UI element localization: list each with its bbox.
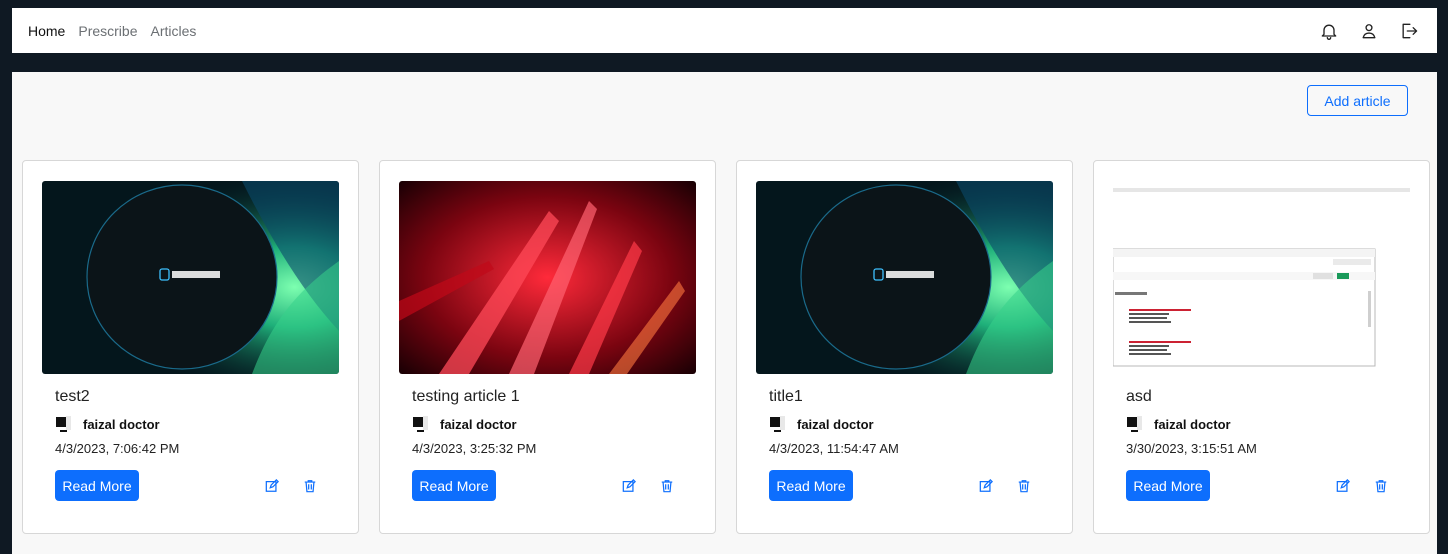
read-more-button[interactable]: Read More: [769, 470, 853, 501]
read-more-button[interactable]: Read More: [1126, 470, 1210, 501]
author-row: faizal doctor: [55, 415, 160, 433]
article-image: [1113, 181, 1410, 374]
author-row: faizal doctor: [769, 415, 874, 433]
user-icon[interactable]: [1359, 21, 1379, 41]
article-card: asd faizal doctor 3/30/2023, 3:15:51 AM …: [1093, 160, 1430, 534]
edit-icon[interactable]: [265, 479, 279, 493]
article-image: [399, 181, 696, 374]
article-card: testing article 1 faizal doctor 4/3/2023…: [379, 160, 716, 534]
article-card: test2 faizal doctor 4/3/2023, 7:06:42 PM…: [22, 160, 359, 534]
nav-link-prescribe[interactable]: Prescribe: [78, 23, 137, 39]
article-title: test2: [55, 388, 90, 405]
author-row: faizal doctor: [1126, 415, 1231, 433]
edit-icon[interactable]: [979, 479, 993, 493]
avatar: [55, 415, 73, 433]
nav-link-home[interactable]: Home: [28, 23, 65, 39]
article-date: 3/30/2023, 3:15:51 AM: [1126, 441, 1257, 456]
article-date: 4/3/2023, 11:54:47 AM: [769, 441, 899, 456]
edit-icon[interactable]: [622, 479, 636, 493]
trash-icon[interactable]: [303, 479, 317, 493]
read-more-button[interactable]: Read More: [55, 470, 139, 501]
article-image: [42, 181, 339, 374]
article-title: testing article 1: [412, 388, 520, 405]
article-date: 4/3/2023, 3:25:32 PM: [412, 441, 537, 456]
article-title: asd: [1126, 388, 1152, 405]
author-name: faizal doctor: [797, 416, 874, 432]
nav-link-articles[interactable]: Articles: [151, 23, 197, 39]
avatar: [1126, 415, 1144, 433]
article-cards: test2 faizal doctor 4/3/2023, 7:06:42 PM…: [22, 160, 1430, 534]
logout-icon[interactable]: [1399, 21, 1419, 41]
read-more-button[interactable]: Read More: [412, 470, 496, 501]
article-image: [756, 181, 1053, 374]
article-title: title1: [769, 388, 803, 405]
author-name: faizal doctor: [440, 416, 517, 432]
author-row: faizal doctor: [412, 415, 517, 433]
article-card: title1 faizal doctor 4/3/2023, 11:54:47 …: [736, 160, 1073, 534]
bell-icon[interactable]: [1319, 21, 1339, 41]
article-date: 4/3/2023, 7:06:42 PM: [55, 441, 180, 456]
author-name: faizal doctor: [1154, 416, 1231, 432]
nav-links: Home Prescribe Articles: [28, 23, 196, 39]
navbar: Home Prescribe Articles: [12, 8, 1437, 53]
nav-icons: [1319, 21, 1421, 41]
trash-icon[interactable]: [1374, 479, 1388, 493]
trash-icon[interactable]: [660, 479, 674, 493]
edit-icon[interactable]: [1336, 479, 1350, 493]
avatar: [412, 415, 430, 433]
add-article-button[interactable]: Add article: [1307, 85, 1408, 116]
author-name: faizal doctor: [83, 416, 160, 432]
avatar: [769, 415, 787, 433]
main-content: Add article test2 faizal doctor 4/3/2023…: [12, 72, 1437, 554]
trash-icon[interactable]: [1017, 479, 1031, 493]
